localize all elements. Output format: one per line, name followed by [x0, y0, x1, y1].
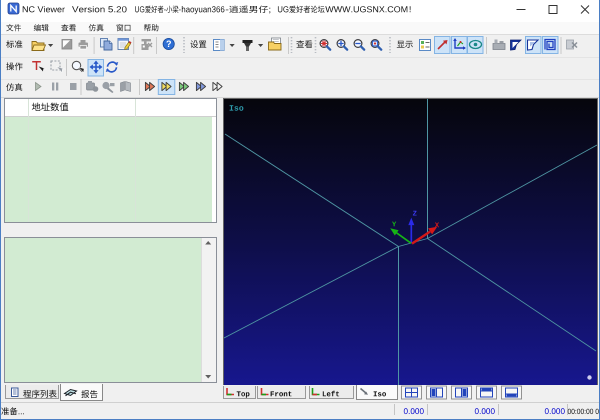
svg-text:?: ?	[166, 39, 172, 49]
